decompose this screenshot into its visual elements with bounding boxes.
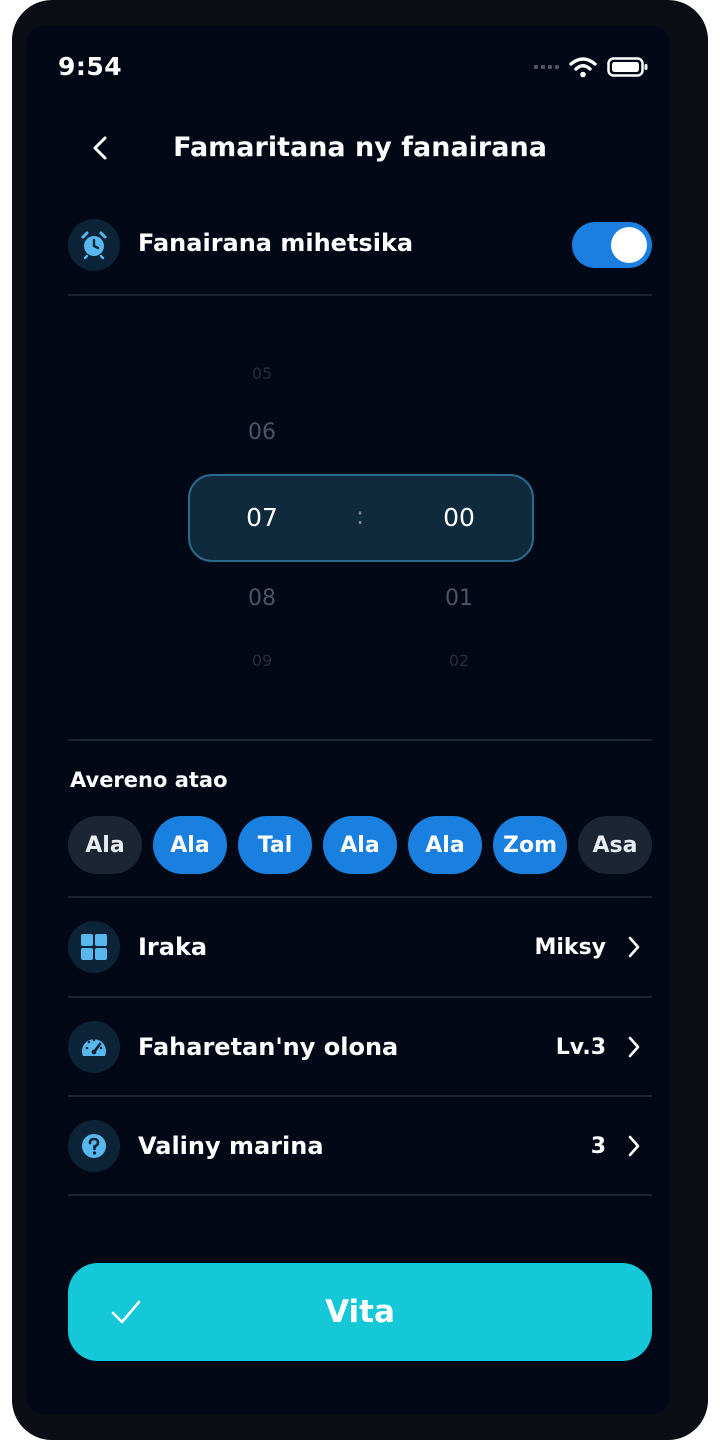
minute-selected[interactable]: 00 xyxy=(399,503,519,532)
hour-option[interactable]: 06 xyxy=(202,420,322,445)
gauge-icon xyxy=(68,1021,120,1073)
chevron-right-icon xyxy=(622,1032,646,1062)
hour-selected[interactable]: 07 xyxy=(202,503,322,532)
chevron-right-icon xyxy=(622,932,646,962)
divider xyxy=(68,294,652,296)
repeat-days: Ala Ala Tal Ala Ala Zom Asa xyxy=(68,816,652,874)
status-time: 9:54 xyxy=(58,52,123,81)
day-chip[interactable]: Asa xyxy=(578,816,652,874)
settings-row-correct-answers[interactable]: Valiny marina 3 xyxy=(68,1096,652,1196)
divider xyxy=(68,1194,652,1196)
smart-alarm-label: Fanairana mihetsika xyxy=(138,229,414,257)
minute-option[interactable]: 01 xyxy=(399,586,519,611)
day-chip[interactable]: Ala xyxy=(68,816,142,874)
question-icon xyxy=(68,1120,120,1172)
battery-icon xyxy=(607,57,648,77)
hour-option[interactable]: 08 xyxy=(202,586,322,611)
setting-value: Lv.3 xyxy=(555,1035,606,1060)
grid-icon xyxy=(68,921,120,973)
divider xyxy=(68,739,652,741)
settings-row-mission[interactable]: Iraka Miksy xyxy=(68,897,652,997)
done-button[interactable]: Vita xyxy=(68,1263,652,1361)
alarm-clock-icon xyxy=(68,219,120,271)
setting-label: Valiny marina xyxy=(138,1132,324,1160)
smart-alarm-toggle[interactable] xyxy=(572,222,652,268)
hour-option[interactable]: 05 xyxy=(202,364,322,383)
settings-row-difficulty[interactable]: Faharetan'ny olona Lv.3 xyxy=(68,997,652,1097)
smart-alarm-row: Fanairana mihetsika xyxy=(68,195,652,295)
signal-icon xyxy=(534,65,559,69)
day-chip[interactable]: Zom xyxy=(493,816,567,874)
chevron-right-icon xyxy=(622,1131,646,1161)
setting-value: 3 xyxy=(590,1134,606,1159)
setting-label: Iraka xyxy=(138,933,208,961)
minute-option[interactable]: 02 xyxy=(399,651,519,670)
day-chip[interactable]: Tal xyxy=(238,816,312,874)
hour-option[interactable]: 09 xyxy=(202,651,322,670)
status-indicators xyxy=(534,54,649,80)
page-title: Famaritana ny fanairana xyxy=(173,132,547,163)
done-label: Vita xyxy=(325,1294,395,1330)
setting-label: Faharetan'ny olona xyxy=(138,1033,399,1061)
time-separator: : xyxy=(355,502,365,530)
day-chip[interactable]: Ala xyxy=(323,816,397,874)
day-chip[interactable]: Ala xyxy=(408,816,482,874)
toggle-knob xyxy=(611,227,647,263)
wifi-icon xyxy=(569,57,597,78)
day-chip[interactable]: Ala xyxy=(153,816,227,874)
repeat-label: Avereno atao xyxy=(70,768,228,792)
setting-value: Miksy xyxy=(534,935,607,960)
